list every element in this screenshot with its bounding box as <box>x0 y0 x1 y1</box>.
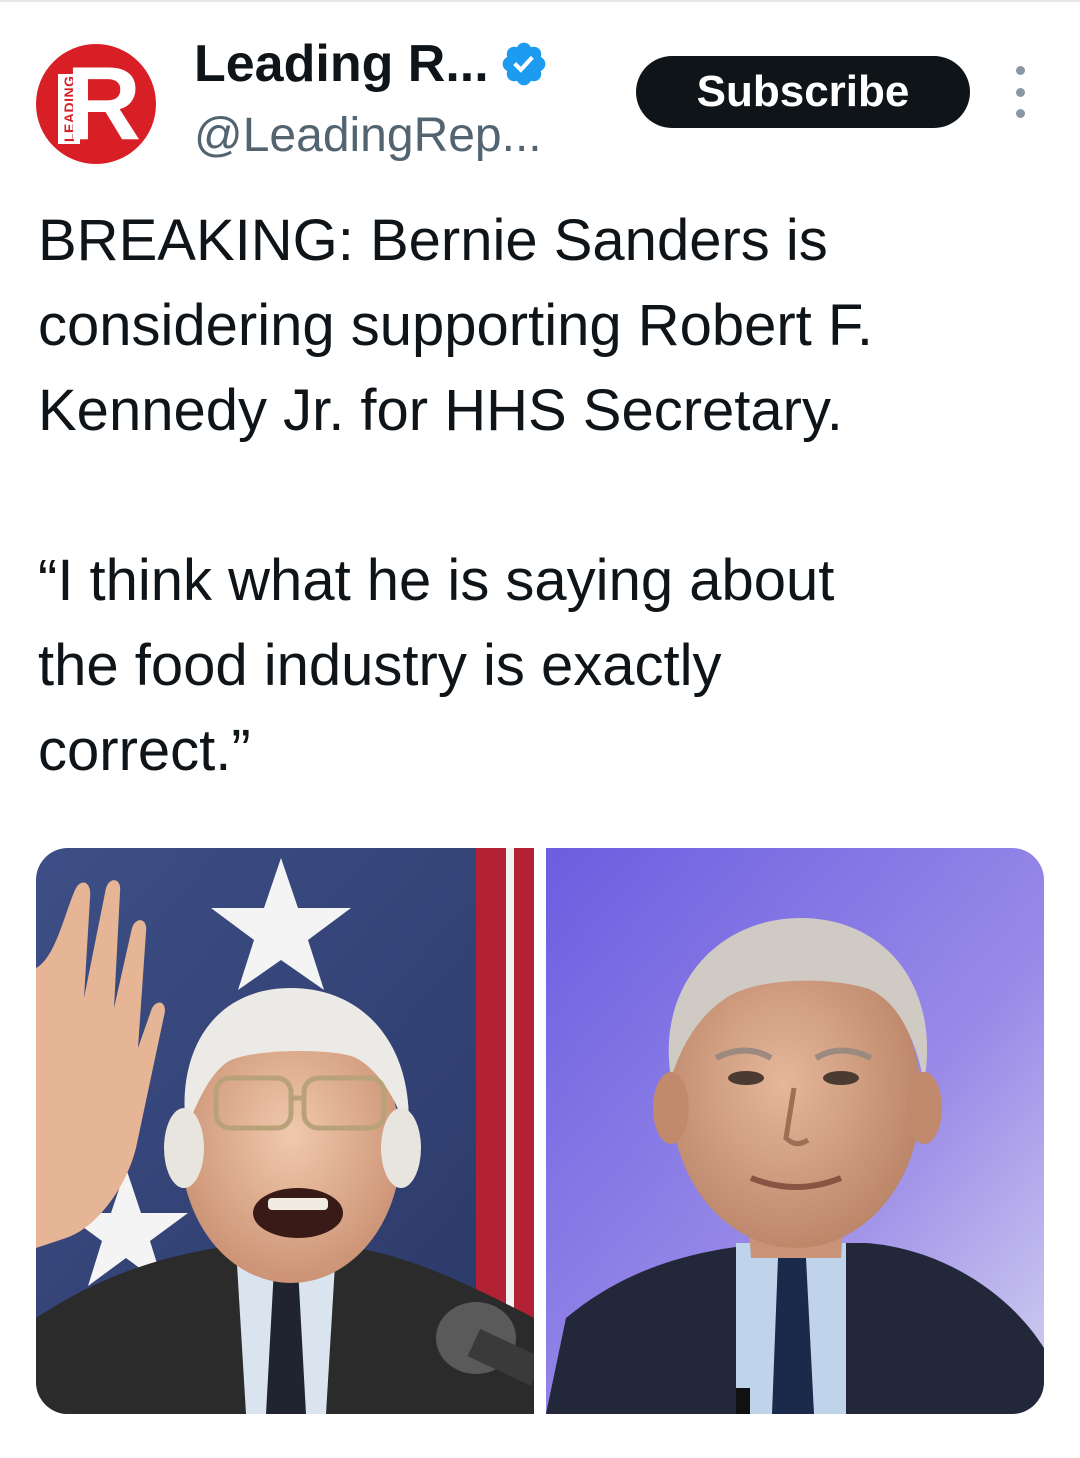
dot <box>1015 87 1025 97</box>
media-grid <box>36 848 1044 1414</box>
dot <box>1015 109 1025 118</box>
robert-f-kennedy-jr-photo[interactable] <box>546 848 1044 1414</box>
subscribe-button[interactable]: Subscribe <box>636 56 970 128</box>
dot <box>1015 66 1025 75</box>
name-row: Leading R... <box>194 32 549 96</box>
divider <box>0 0 1080 2</box>
tweet-card: LEADING R Leading R... @LeadingRep... Su… <box>0 0 1080 1458</box>
display-name[interactable]: Leading R... <box>194 34 489 94</box>
avatar[interactable]: LEADING R <box>36 44 156 164</box>
tweet-text: BREAKING: Bernie Sanders is considering … <box>38 198 1048 793</box>
avatar-letter: R <box>66 46 141 162</box>
more-options-icon[interactable] <box>1006 66 1034 118</box>
account-handle[interactable]: @LeadingRep... <box>194 108 542 163</box>
verified-badge-icon[interactable] <box>499 39 549 89</box>
bernie-sanders-photo[interactable] <box>36 848 534 1414</box>
tweet-paragraph-headline: BREAKING: Bernie Sanders is considering … <box>38 208 874 443</box>
tweet-paragraph-quote: “I think what he is saying about the foo… <box>38 548 835 783</box>
